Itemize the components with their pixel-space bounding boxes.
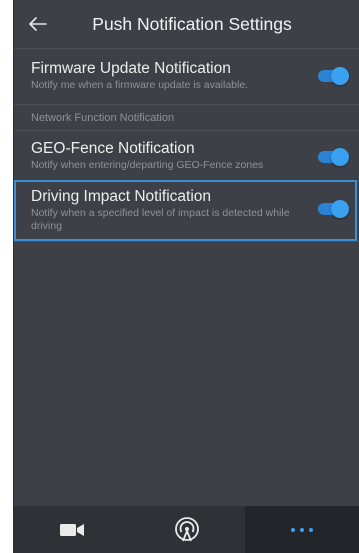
- video-camera-icon: [59, 523, 84, 536]
- driving-impact-toggle[interactable]: [318, 200, 349, 218]
- divider: [14, 241, 359, 242]
- firmware-update-subtitle: Notify me when a firmware update is avai…: [31, 79, 249, 91]
- driving-impact-title: Driving Impact Notification: [31, 188, 212, 205]
- geofence-setting[interactable]: GEO-Fence Notification Notify when enter…: [14, 130, 359, 180]
- geofence-toggle[interactable]: [318, 148, 349, 166]
- back-button[interactable]: [26, 12, 50, 36]
- firmware-update-title: Firmware Update Notification: [31, 60, 231, 77]
- firmware-update-setting[interactable]: Firmware Update Notification Notify me w…: [14, 48, 359, 104]
- bottom-navigation: [14, 506, 359, 553]
- nav-wireless[interactable]: [129, 506, 244, 553]
- header-bar: Push Notification Settings: [14, 0, 359, 48]
- more-dots-icon: [291, 527, 314, 532]
- app-screen: Push Notification Settings Firmware Upda…: [13, 0, 359, 553]
- toggle-knob: [331, 148, 349, 166]
- page-title: Push Notification Settings: [92, 13, 292, 34]
- geofence-subtitle: Notify when entering/departing GEO-Fence…: [31, 159, 264, 171]
- toggle-knob: [331, 200, 349, 218]
- geofence-title: GEO-Fence Notification: [31, 140, 195, 157]
- nav-video[interactable]: [14, 506, 129, 553]
- toggle-knob: [331, 67, 349, 85]
- driving-impact-setting[interactable]: Driving Impact Notification Notify when …: [14, 180, 359, 241]
- firmware-update-toggle[interactable]: [318, 67, 349, 85]
- nav-more[interactable]: [244, 506, 359, 553]
- arrow-left-icon: [29, 17, 47, 31]
- driving-impact-subtitle: Notify when a specified level of impact …: [31, 207, 290, 232]
- wireless-signal-icon: [175, 516, 199, 541]
- section-header-network: Network Function Notification: [14, 104, 359, 130]
